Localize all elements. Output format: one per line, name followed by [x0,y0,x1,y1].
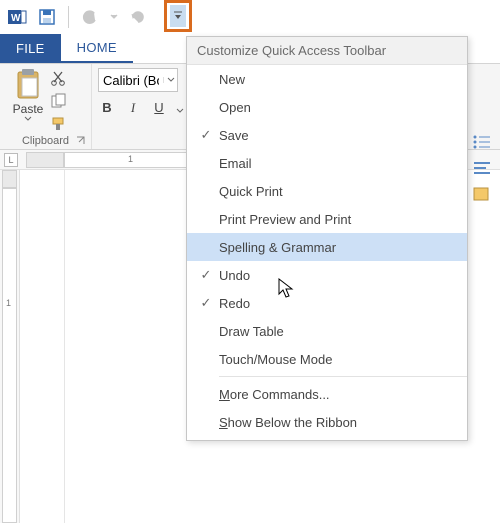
menu-item-new[interactable]: New [187,65,467,93]
menu-item-label: Spelling & Grammar [219,240,457,255]
menu-item-open[interactable]: Open [187,93,467,121]
italic-button[interactable]: I [124,100,142,118]
chevron-down-icon[interactable] [176,102,184,117]
menu-item-quick-print[interactable]: Quick Print [187,177,467,205]
customize-qat-highlight [164,0,192,32]
paste-button[interactable]: Paste [6,68,50,130]
menu-item-label: Quick Print [219,184,457,199]
redo-icon [127,6,149,28]
tab-file[interactable]: FILE [0,34,61,63]
menu-item-spelling-grammar[interactable]: Spelling & Grammar [187,233,467,261]
menu-item-label: Email [219,156,457,171]
menu-item-label: Save [219,128,457,143]
ruler-v-tick-1: 1 [6,298,11,308]
font-name-combo[interactable] [98,68,178,92]
menu-item-more-commands[interactable]: More Commands... [187,380,467,408]
cursor-icon [278,278,296,303]
clipboard-launcher-icon[interactable] [76,134,88,146]
menu-title: Customize Quick Access Toolbar [187,37,467,65]
font-name-input[interactable] [99,73,163,88]
menu-separator [219,376,467,377]
tab-obscured[interactable] [133,34,153,63]
chevron-down-icon[interactable] [163,77,177,83]
menu-item-label: New [219,72,457,87]
shading-icon[interactable] [472,186,494,206]
chevron-down-icon [24,116,32,122]
menu-item-label: Show Below the Ribbon [219,415,457,430]
cut-icon[interactable] [50,70,68,89]
menu-item-touch-mouse[interactable]: Touch/Mouse Mode [187,345,467,373]
menu-item-label: Open [219,100,457,115]
ruler-tick-1: 1 [128,154,133,164]
group-clipboard: Paste Clipboard [0,64,92,149]
clipboard-icon [13,68,43,102]
menu-item-show-below-ribbon[interactable]: Show Below the Ribbon [187,408,467,436]
menu-item-label: More Commands... [219,387,457,402]
format-painter-icon[interactable] [50,116,68,135]
undo-dropdown-icon [109,6,119,28]
menu-item-draw-table[interactable]: Draw Table [187,317,467,345]
bullets-icon[interactable] [472,134,494,154]
undo-icon [79,6,101,28]
ruler-vertical[interactable]: 1 [0,170,20,523]
copy-icon[interactable] [50,93,68,112]
bold-button[interactable]: B [98,100,116,118]
save-icon[interactable] [36,6,58,28]
menu-item-undo[interactable]: ✓ Undo [187,261,467,289]
menu-item-redo[interactable]: ✓ Redo [187,289,467,317]
qat-separator [68,6,69,28]
check-icon: ✓ [193,295,219,311]
quick-access-toolbar: W [0,0,500,34]
svg-text:W: W [11,13,21,24]
menu-item-label: Draw Table [219,324,457,339]
word-app-icon[interactable]: W [6,6,28,28]
menu-item-print-preview[interactable]: Print Preview and Print [187,205,467,233]
menu-item-email[interactable]: Email [187,149,467,177]
paste-label: Paste [13,102,44,116]
menu-item-label: Print Preview and Print [219,212,457,227]
paragraph-right-icons [472,134,494,206]
tab-home[interactable]: HOME [61,34,133,63]
menu-item-label: Undo [219,268,457,283]
menu-item-label: Redo [219,296,457,311]
align-icon[interactable] [472,160,494,180]
check-icon: ✓ [193,267,219,283]
menu-item-label: Touch/Mouse Mode [219,352,457,367]
customize-qat-menu: Customize Quick Access Toolbar New Open … [186,36,468,441]
menu-item-save[interactable]: ✓ Save [187,121,467,149]
check-icon: ✓ [193,127,219,143]
tab-selector[interactable]: L [4,153,18,167]
underline-button[interactable]: U [150,100,168,118]
